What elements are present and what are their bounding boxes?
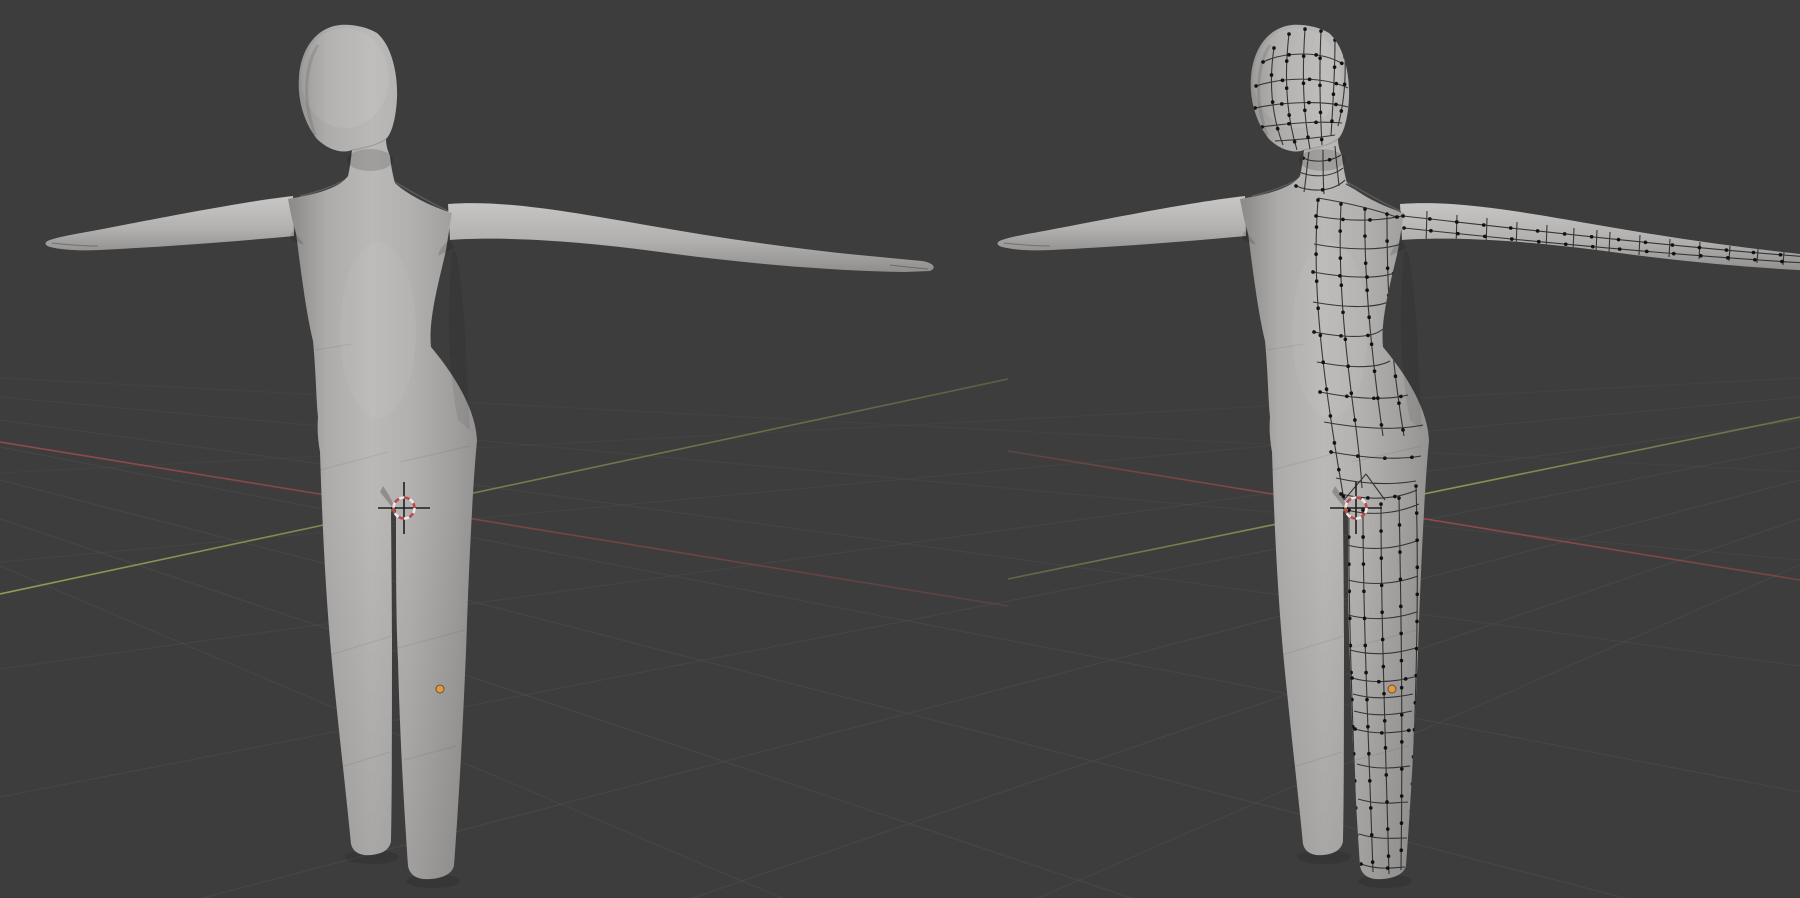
viewport-background (0, 0, 1800, 898)
object-origin-dot (436, 685, 444, 693)
object-origin-dot (1388, 685, 1396, 693)
blender-3d-viewport[interactable] (0, 0, 1800, 898)
viewport-canvas[interactable] (0, 0, 1800, 898)
